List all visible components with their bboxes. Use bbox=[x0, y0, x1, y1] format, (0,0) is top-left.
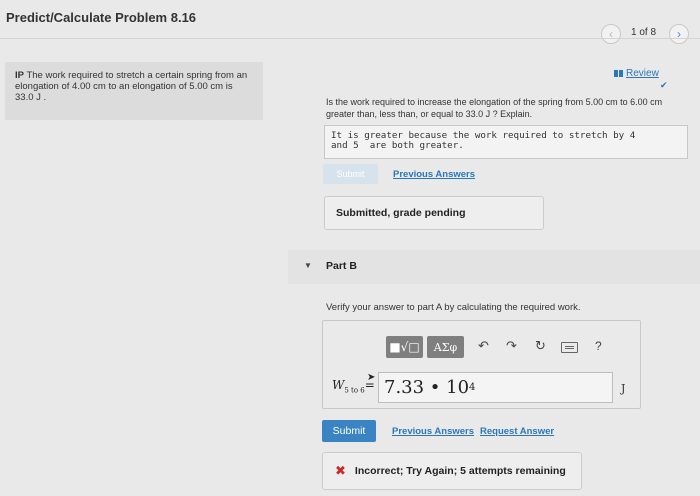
incorrect-x-icon: ✖ bbox=[335, 463, 346, 478]
request-answer-link[interactable]: Request Answer bbox=[480, 426, 554, 437]
symbols-button[interactable]: ΑΣφ bbox=[427, 336, 464, 358]
part-b-question: Verify your answer to part A by calculat… bbox=[326, 302, 581, 313]
part-b-submit-button[interactable]: Submit bbox=[322, 420, 376, 442]
next-problem-button[interactable]: › bbox=[669, 24, 689, 44]
part-a-status-message: Submitted, grade pending bbox=[324, 196, 544, 230]
part-b-label[interactable]: Part B bbox=[326, 260, 357, 272]
answer-mantissa: 7.33 • 10 bbox=[384, 377, 470, 398]
part-a-submit-button[interactable]: Submit bbox=[323, 164, 378, 184]
chevron-down-icon[interactable]: ✔ bbox=[660, 80, 668, 91]
header-divider bbox=[0, 38, 700, 39]
part-b-status-message: ✖ Incorrect; Try Again; 5 attempts remai… bbox=[322, 452, 582, 490]
problem-text: The work required to stretch a certain s… bbox=[15, 70, 248, 103]
part-a-answer-field[interactable]: It is greater because the work required … bbox=[324, 125, 688, 159]
caret-down-icon[interactable]: ▼ bbox=[304, 261, 312, 270]
page-title: Predict/Calculate Problem 8.16 bbox=[6, 10, 197, 25]
problem-counter: 1 of 8 bbox=[631, 27, 657, 38]
previous-problem-button[interactable]: ‹ bbox=[601, 24, 621, 44]
keyboard-icon[interactable] bbox=[561, 342, 578, 353]
part-a-previous-answers-link[interactable]: Previous Answers bbox=[393, 169, 475, 180]
help-icon[interactable]: ? bbox=[595, 339, 602, 353]
undo-icon[interactable]: ↶ bbox=[478, 338, 489, 354]
part-a-question: Is the work required to increase the elo… bbox=[326, 97, 663, 119]
answer-exponent: 4 bbox=[469, 382, 476, 393]
problem-statement: IP The work required to stretch a certai… bbox=[5, 62, 263, 120]
mouse-cursor-icon: ➤ bbox=[367, 372, 376, 383]
redo-icon[interactable]: ↷ bbox=[506, 338, 517, 354]
problem-tag: IP bbox=[15, 70, 24, 81]
variable-symbol: W bbox=[332, 378, 345, 392]
unit-label: J bbox=[621, 382, 626, 395]
review-icon bbox=[614, 70, 623, 77]
review-link[interactable]: Review bbox=[626, 68, 659, 79]
templates-button[interactable]: ■√□ bbox=[386, 336, 423, 358]
part-b-status-text: Incorrect; Try Again; 5 attempts remaini… bbox=[354, 465, 566, 477]
variable-subscript: 5 to 6 bbox=[344, 386, 365, 395]
part-b-answer-field[interactable]: 7.33 • 10 4 bbox=[378, 372, 613, 403]
part-b-previous-answers-link[interactable]: Previous Answers bbox=[392, 426, 474, 437]
reset-icon[interactable]: ↻ bbox=[535, 338, 546, 354]
